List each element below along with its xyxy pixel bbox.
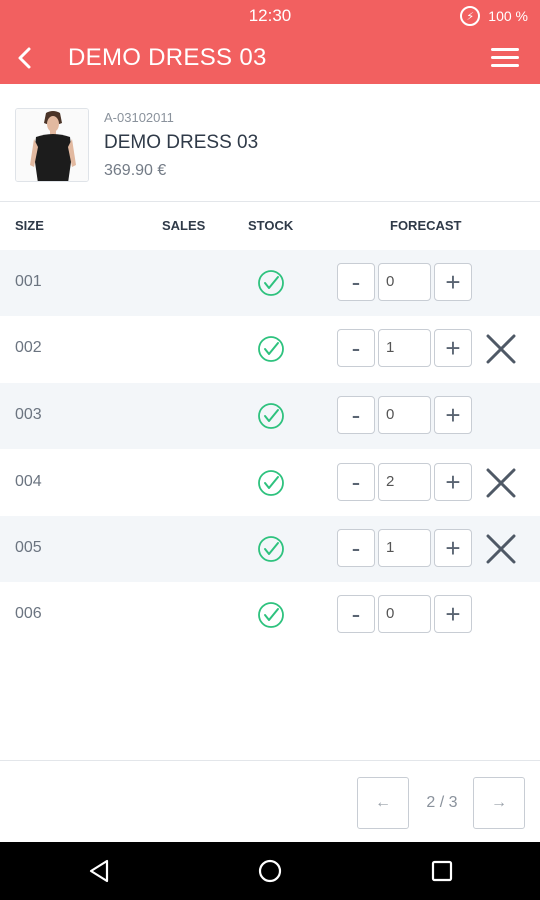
remove-x-icon[interactable] xyxy=(484,332,518,366)
table-header: SIZE SALES STOCK FORECAST xyxy=(0,202,540,250)
next-page-button[interactable]: → xyxy=(473,777,525,829)
status-time: 12:30 xyxy=(248,6,292,25)
decrement-button[interactable]: - xyxy=(337,263,375,301)
forecast-quantity-input[interactable]: 0 xyxy=(378,595,431,633)
decrement-button[interactable]: - xyxy=(337,396,375,434)
increment-button[interactable]: + xyxy=(434,595,472,633)
table-row: 001 - 0 + xyxy=(0,250,540,316)
size-value: 004 xyxy=(15,473,42,490)
product-name: DEMO DRESS 03 xyxy=(104,132,259,153)
android-nav-bar xyxy=(0,842,540,900)
table-row: 003 - 0 + xyxy=(0,383,540,449)
previous-page-button[interactable]: ← xyxy=(357,777,409,829)
column-header-size: SIZE xyxy=(15,218,44,233)
in-stock-check-icon xyxy=(258,270,284,296)
battery-charging-icon: ⚡ xyxy=(460,6,481,26)
battery-level: 100 % xyxy=(488,8,528,24)
decrement-button[interactable]: - xyxy=(337,595,375,633)
forecast-quantity-input[interactable]: 0 xyxy=(378,396,431,434)
chevron-left-icon[interactable] xyxy=(8,40,44,76)
column-header-forecast: FORECAST xyxy=(390,218,462,233)
increment-button[interactable]: + xyxy=(434,329,472,367)
hamburger-menu-icon[interactable] xyxy=(490,44,520,70)
size-value: 001 xyxy=(15,273,42,290)
size-value: 003 xyxy=(15,406,42,423)
decrement-button[interactable]: - xyxy=(337,529,375,567)
increment-button[interactable]: + xyxy=(434,529,472,567)
in-stock-check-icon xyxy=(258,403,284,429)
status-bar: 12:30 ⚡ 100 % xyxy=(0,0,540,32)
decrement-button[interactable]: - xyxy=(337,329,375,367)
nav-back-icon[interactable] xyxy=(86,857,114,885)
in-stock-check-icon xyxy=(258,336,284,362)
product-thumbnail xyxy=(15,108,89,182)
nav-recents-icon[interactable] xyxy=(428,857,456,885)
table-row: 005 - 1 + xyxy=(0,516,540,582)
column-header-sales: SALES xyxy=(162,218,206,233)
forecast-quantity-input[interactable]: 1 xyxy=(378,329,431,367)
product-code: A-03102011 xyxy=(104,110,174,125)
decrement-button[interactable]: - xyxy=(337,463,375,501)
forecast-quantity-input[interactable]: 0 xyxy=(378,263,431,301)
in-stock-check-icon xyxy=(258,602,284,628)
in-stock-check-icon xyxy=(258,470,284,496)
increment-button[interactable]: + xyxy=(434,396,472,434)
forecast-quantity-input[interactable]: 1 xyxy=(378,529,431,567)
app-bar: DEMO DRESS 03 xyxy=(0,32,540,84)
product-header: A-03102011 DEMO DRESS 03 369.90 € xyxy=(0,84,540,202)
size-value: 002 xyxy=(15,339,42,356)
battery-indicator: ⚡ 100 % xyxy=(460,6,528,26)
column-header-stock: STOCK xyxy=(248,218,294,233)
remove-x-icon[interactable] xyxy=(484,466,518,500)
nav-home-icon[interactable] xyxy=(256,857,284,885)
dress-photo-icon xyxy=(16,109,88,181)
size-value: 005 xyxy=(15,539,42,556)
forecast-quantity-input[interactable]: 2 xyxy=(378,463,431,501)
page-title: DEMO DRESS 03 xyxy=(68,44,267,71)
size-value: 006 xyxy=(15,605,42,622)
table-row: 006 - 0 + xyxy=(0,582,540,648)
increment-button[interactable]: + xyxy=(434,263,472,301)
pagination-bar: ← 2 / 3 → xyxy=(0,760,540,842)
table-row: 004 - 2 + xyxy=(0,450,540,516)
in-stock-check-icon xyxy=(258,536,284,562)
remove-x-icon[interactable] xyxy=(484,532,518,566)
increment-button[interactable]: + xyxy=(434,463,472,501)
page-indicator: 2 / 3 xyxy=(426,794,458,811)
product-price: 369.90 € xyxy=(104,162,167,179)
table-row: 002 - 1 + xyxy=(0,316,540,382)
